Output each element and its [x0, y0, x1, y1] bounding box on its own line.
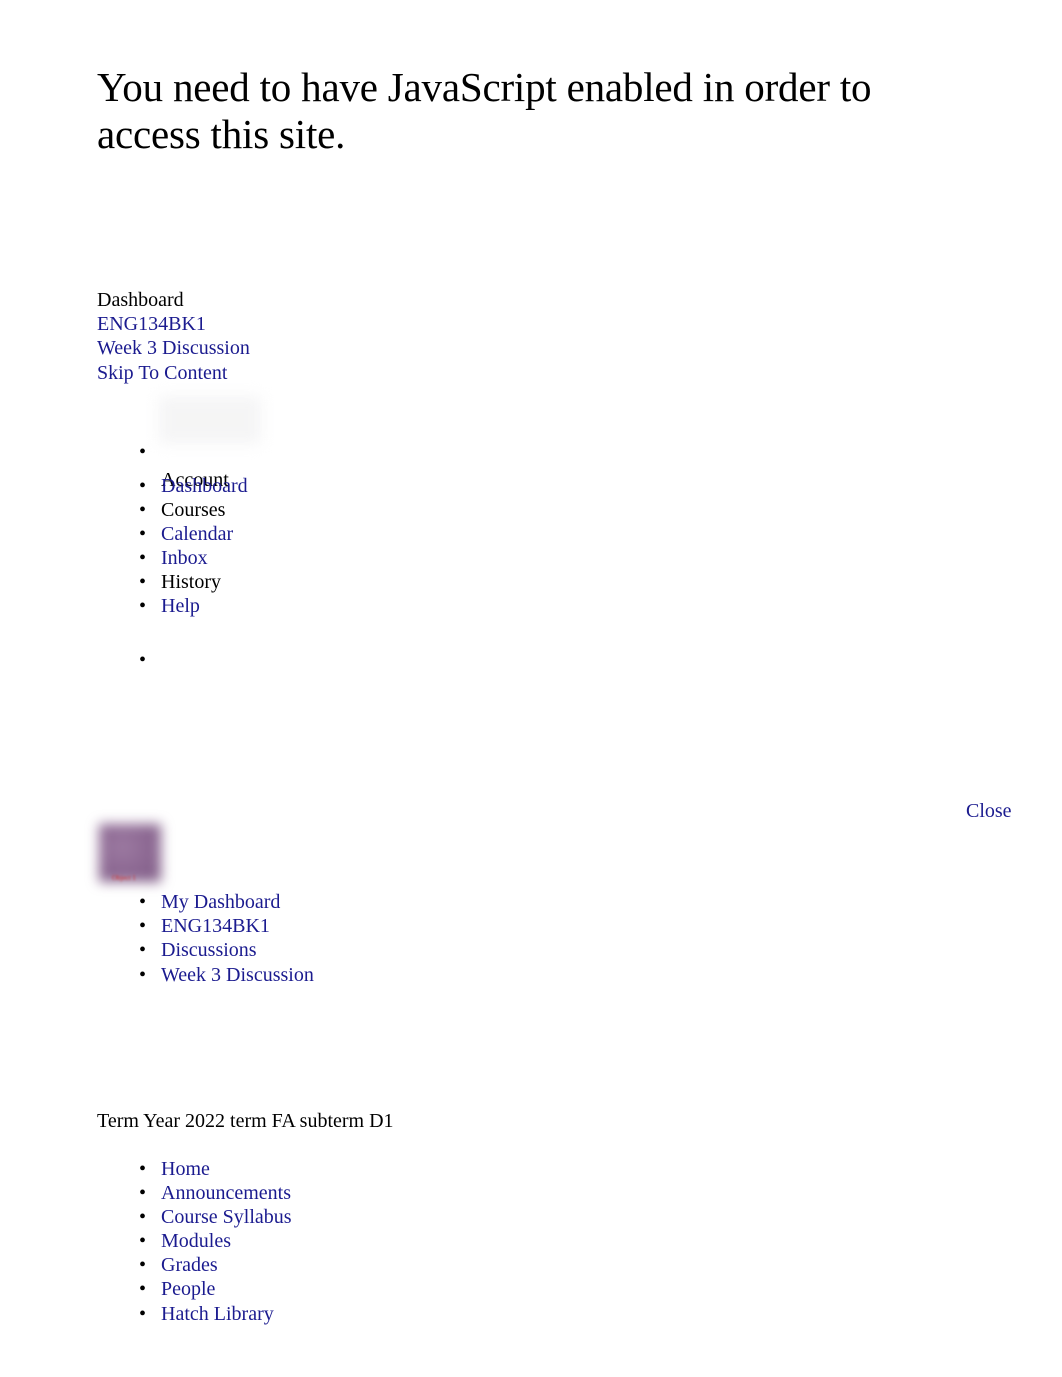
global-nav-label-inbox[interactable]: Inbox — [161, 546, 208, 570]
breadcrumb-label-course[interactable]: ENG134BK1 — [161, 915, 270, 937]
global-nav-item-inbox[interactable]: Inbox — [97, 546, 248, 570]
breadcrumb-item-my-dashboard[interactable]: My Dashboard — [97, 890, 314, 914]
global-nav-item-calendar[interactable]: Calendar — [97, 522, 248, 546]
course-nav-item-modules[interactable]: Modules — [97, 1229, 292, 1253]
course-card-image-alt-text: Object 1 — [112, 874, 136, 882]
course-nav-item-hatch-library[interactable]: Hatch Library — [97, 1302, 292, 1326]
course-nav-item-course-syllabus[interactable]: Course Syllabus — [97, 1205, 292, 1229]
course-nav-label-grades[interactable]: Grades — [161, 1254, 218, 1276]
top-link-page-title[interactable]: Week 3 Discussion — [97, 337, 250, 359]
course-nav-label-home[interactable]: Home — [161, 1158, 210, 1180]
global-nav-label-history: History — [161, 571, 221, 593]
course-nav-label-announcements[interactable]: Announcements — [161, 1182, 291, 1204]
top-link-course-code[interactable]: ENG134BK1 — [97, 313, 206, 335]
top-link-skip-row: Skip To Content — [97, 361, 250, 385]
global-nav-label-dashboard[interactable]: Dashboard — [161, 474, 248, 498]
global-nav-label-courses: Courses — [161, 499, 226, 521]
course-navigation-list: Home Announcements Course Syllabus Modul… — [97, 1157, 292, 1326]
global-nav-item-courses[interactable]: Courses — [97, 498, 248, 522]
course-nav-item-grades[interactable]: Grades — [97, 1253, 292, 1277]
page-root: You need to have JavaScript enabled in o… — [0, 0, 1062, 1377]
course-nav-label-people[interactable]: People — [161, 1278, 215, 1300]
course-nav-item-people[interactable]: People — [97, 1277, 292, 1301]
course-card-image-wrap: Object 1 — [97, 822, 165, 888]
tray-close-wrap: Close — [966, 799, 1012, 823]
course-nav-item-home[interactable]: Home — [97, 1157, 292, 1181]
global-nav-label-help[interactable]: Help — [161, 594, 200, 618]
global-nav-label-calendar[interactable]: Calendar — [161, 522, 233, 546]
global-nav-spacer — [97, 618, 248, 648]
breadcrumb-label-my-dashboard[interactable]: My Dashboard — [161, 891, 280, 913]
skip-to-content-link[interactable]: Skip To Content — [97, 362, 227, 384]
course-nav-label-modules[interactable]: Modules — [161, 1230, 231, 1252]
javascript-disabled-heading: You need to have JavaScript enabled in o… — [97, 64, 872, 157]
top-link-dashboard-row: Dashboard — [97, 288, 250, 312]
global-navigation-list: Account Dashboard Courses Calendar Inbox… — [97, 396, 261, 672]
breadcrumb: My Dashboard ENG134BK1 Discussions Week … — [97, 890, 314, 987]
top-link-page-row: Week 3 Discussion — [97, 336, 250, 360]
course-nav-item-announcements[interactable]: Announcements — [97, 1181, 292, 1205]
breadcrumb-item-discussions[interactable]: Discussions — [97, 938, 314, 962]
top-link-course-row: ENG134BK1 — [97, 312, 250, 336]
avatar-image — [159, 396, 261, 444]
global-nav-item-account[interactable]: Account — [97, 396, 261, 491]
course-nav-label-hatch-library[interactable]: Hatch Library — [161, 1303, 274, 1325]
term-info: Term Year 2022 term FA subterm D1 — [97, 1110, 394, 1132]
global-nav-item-history[interactable]: History — [97, 570, 248, 594]
breadcrumb-item-course[interactable]: ENG134BK1 — [97, 914, 314, 938]
global-nav-item-empty[interactable] — [97, 648, 248, 672]
breadcrumb-label-discussions[interactable]: Discussions — [161, 939, 257, 961]
global-nav-item-dashboard[interactable]: Dashboard — [97, 474, 248, 498]
breadcrumb-label-week-3-discussion[interactable]: Week 3 Discussion — [161, 964, 314, 986]
course-nav-label-course-syllabus[interactable]: Course Syllabus — [161, 1206, 292, 1228]
breadcrumb-item-week-3-discussion[interactable]: Week 3 Discussion — [97, 963, 314, 987]
top-link-dashboard: Dashboard — [97, 289, 184, 311]
global-nav-item-help[interactable]: Help — [97, 594, 248, 618]
top-links-block: Dashboard ENG134BK1 Week 3 Discussion Sk… — [97, 288, 250, 385]
close-button[interactable]: Close — [966, 800, 1012, 822]
